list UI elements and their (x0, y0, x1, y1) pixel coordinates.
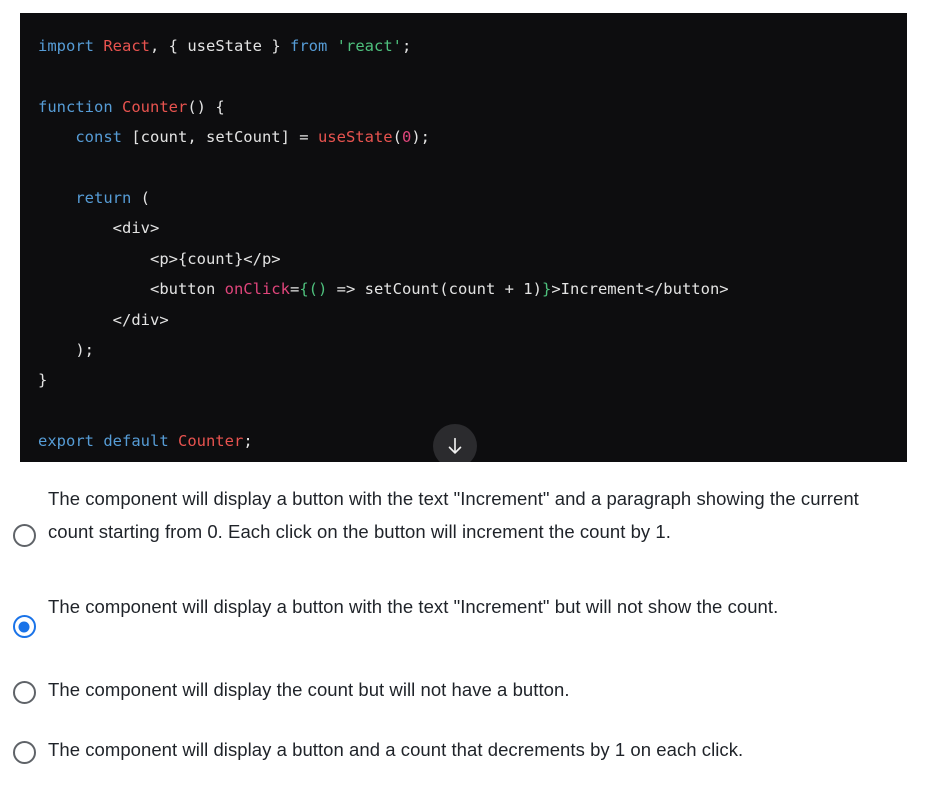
code-token: {() (299, 280, 328, 299)
answer-option-3-label: The component will display the count but… (48, 679, 570, 700)
answer-option-1[interactable]: The component will display a button with… (0, 482, 926, 574)
code-token: [count, setCount] = (131, 128, 318, 147)
radio-wrap-4 (0, 733, 48, 764)
code-token: = (289, 280, 300, 299)
code-token: ( (140, 189, 150, 208)
answer-option-3[interactable]: The component will display the count but… (0, 673, 926, 706)
code-token: export default (38, 432, 178, 451)
code-token: ); (38, 341, 94, 360)
answer-option-1-label: The component will display a button with… (48, 488, 859, 542)
code-token: <div> (38, 219, 160, 238)
code-token: 'react' (336, 37, 402, 55)
answer-option-2-label: The component will display a button with… (48, 596, 779, 617)
code-token: ; (401, 37, 412, 55)
code-content: import React, { useState } from 'react';… (38, 31, 891, 457)
code-token: Counter (177, 432, 244, 451)
code-token: 0 (401, 128, 412, 147)
code-token: 1 (523, 280, 533, 299)
radio-wrap-3 (0, 673, 48, 704)
code-token: ); (411, 128, 430, 147)
code-token: return (75, 189, 141, 208)
code-token: onClick (224, 280, 290, 299)
scroll-down-button[interactable] (433, 424, 477, 462)
answer-options-list: The component will display a button with… (0, 476, 926, 766)
code-token: ( (392, 128, 402, 147)
code-token: >Increment</button> (551, 280, 729, 299)
arrow-down-icon (444, 435, 466, 457)
code-token: useState (317, 128, 393, 147)
radio-button-3[interactable] (12, 681, 36, 704)
code-token: () { (187, 97, 225, 116)
code-token: } (38, 371, 48, 390)
code-token: ) (532, 280, 542, 299)
code-token: , { useState } (150, 37, 290, 55)
code-token: from (289, 37, 337, 55)
radio-wrap-2 (0, 590, 48, 638)
code-token: import (38, 37, 104, 55)
code-scroll-area[interactable]: import React, { useState } from 'react';… (20, 13, 907, 462)
radio-button-4[interactable] (12, 741, 36, 764)
code-token: function (38, 97, 122, 116)
code-token: ; (243, 432, 253, 451)
code-token: const (75, 128, 132, 147)
radio-button-1[interactable] (12, 524, 36, 547)
code-block: import React, { useState } from 'react';… (20, 13, 907, 462)
answer-option-2[interactable]: The component will display a button with… (0, 590, 926, 649)
code-token: => setCount(count + (327, 280, 524, 299)
radio-button-2[interactable] (12, 615, 36, 638)
code-token: React (103, 37, 150, 55)
answer-option-4-label: The component will display a button and … (48, 739, 744, 760)
radio-wrap-1 (0, 482, 48, 547)
code-token: </div> (38, 310, 169, 329)
code-token: <button (38, 280, 225, 299)
quiz-page: import React, { useState } from 'react';… (0, 0, 926, 801)
code-token: Counter (122, 97, 188, 116)
answer-option-4[interactable]: The component will display a button and … (0, 733, 926, 766)
code-token: } (541, 280, 552, 299)
code-token: <p>{count}</p> (38, 249, 281, 268)
